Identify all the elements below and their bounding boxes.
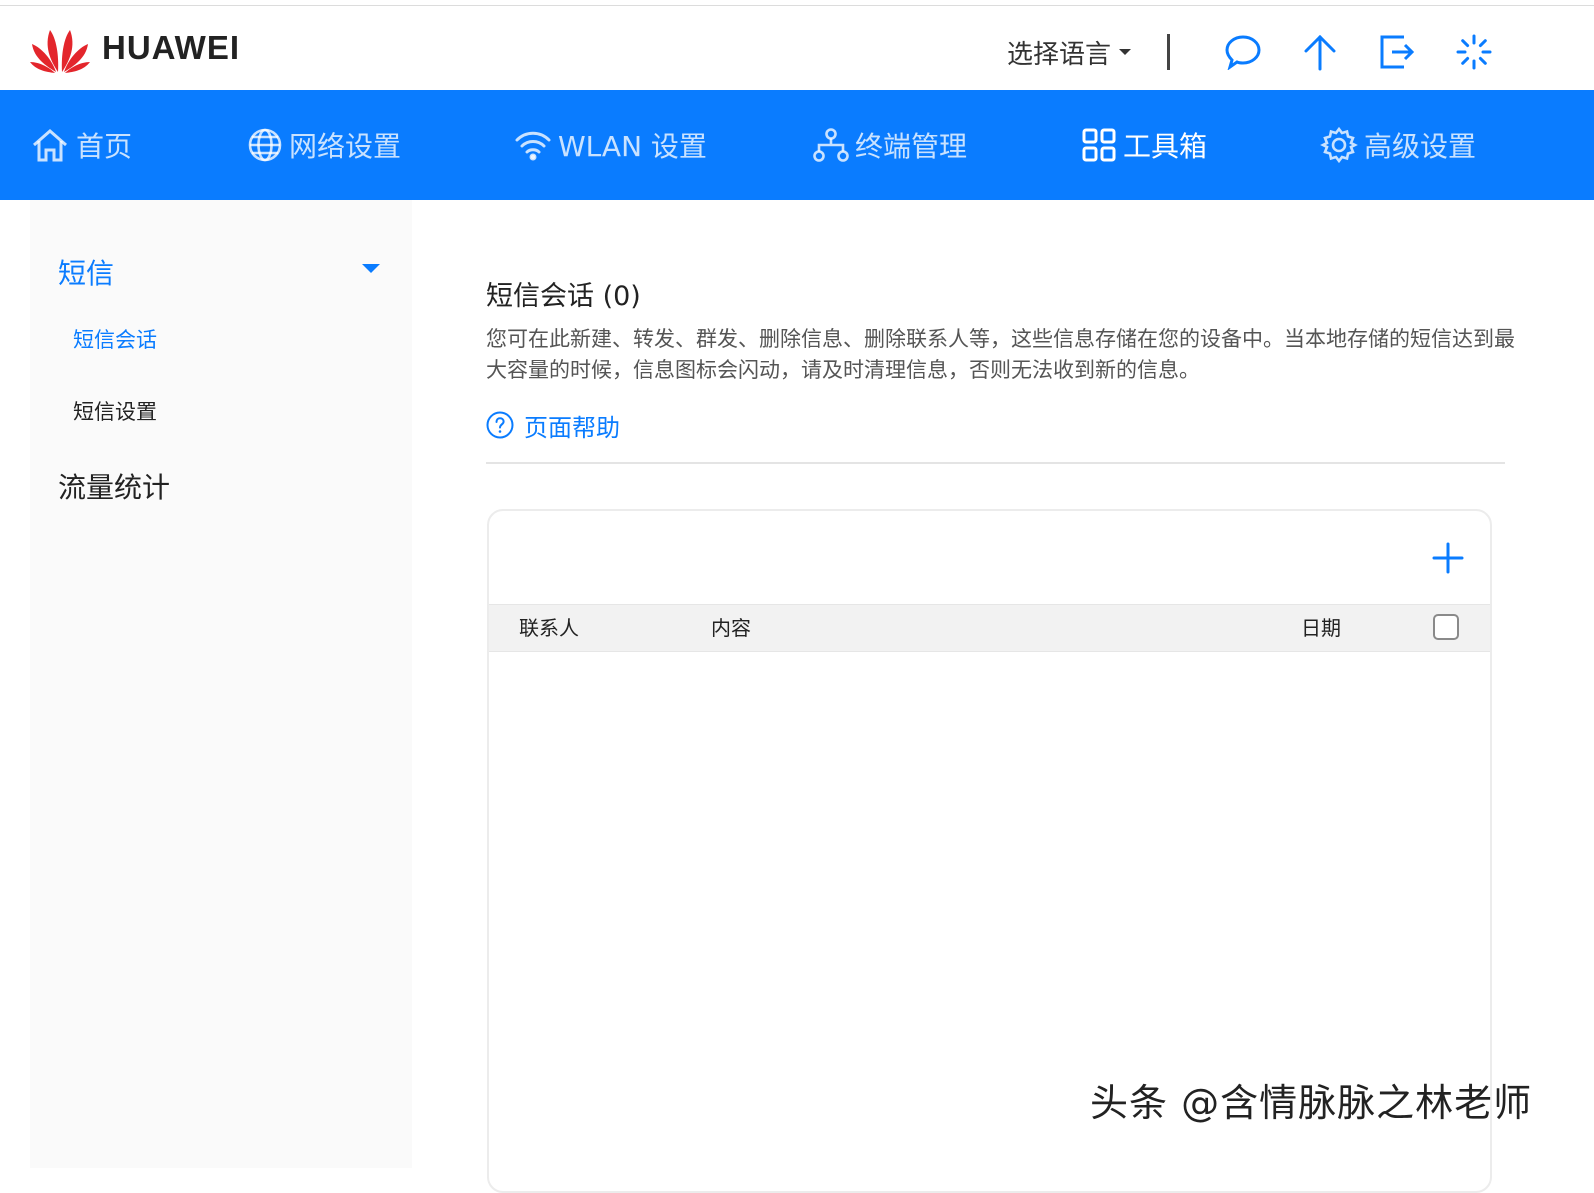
brand-name: HUAWEI [102,29,240,66]
nav-item-network[interactable]: 网络设置 [247,90,401,200]
loading-spinner-icon[interactable] [1454,32,1494,72]
upload-icon[interactable] [1300,32,1340,72]
chevron-down-icon [1119,49,1131,55]
select-all-checkbox[interactable] [1433,614,1459,640]
caret-down-icon[interactable] [362,264,380,273]
nav-label-devices: 终端管理 [855,130,968,163]
sidebar: 短信 短信会话 短信设置 流量统计 [30,200,412,1168]
message-icon[interactable] [1223,32,1263,72]
watermark: 头条 @含情脉脉之林老师 [1090,1081,1533,1125]
home-icon [33,129,67,162]
gear-icon [1320,126,1358,164]
divider [486,462,1505,464]
add-message-button[interactable] [1431,541,1465,575]
help-icon [486,411,514,439]
huawei-logo[interactable]: HUAWEI [28,22,240,74]
page-help-link[interactable]: 页面帮助 [486,408,620,442]
huawei-flower-icon [30,30,90,73]
nav-item-wlan[interactable]: WLAN 设置 [514,90,707,200]
language-selector[interactable]: 选择语言 [1007,34,1131,71]
header-actions: 选择语言 [1007,28,1494,76]
nav-item-devices[interactable]: 终端管理 [813,90,967,200]
help-label: 页面帮助 [524,413,620,442]
nav-item-home[interactable]: 首页 [30,90,132,200]
main-nav: 首页 网络设置 WLAN 设置 终端管理 工具箱 高级设置 [0,90,1594,200]
sidebar-group-traffic-stats[interactable]: 流量统计 [58,466,170,506]
column-header-contact: 联系人 [519,616,579,640]
column-header-content: 内容 [711,616,751,640]
nav-label-wlan: WLAN 设置 [558,130,707,163]
page-description: 您可在此新建、转发、群发、删除信息、删除联系人等，这些信息存储在您的设备中。当本… [486,327,1515,382]
nav-item-toolbox[interactable]: 工具箱 [1081,90,1207,200]
table-header: 联系人 内容 日期 [489,604,1490,652]
globe-icon [248,128,282,162]
nav-label-network: 网络设置 [289,130,402,163]
devices-icon [813,128,849,162]
logout-icon[interactable] [1377,32,1417,72]
wifi-icon [515,131,551,161]
grid-icon [1082,128,1116,162]
nav-item-advanced[interactable]: 高级设置 [1320,90,1476,200]
header-divider [1167,34,1170,70]
column-header-date: 日期 [1301,616,1341,640]
header: HUAWEI 选择语言 [0,6,1594,90]
sidebar-group-sms[interactable]: 短信 [58,252,114,292]
nav-label-advanced: 高级设置 [1364,130,1477,163]
nav-label-home: 首页 [76,130,133,163]
page-title: 短信会话 (0) [486,281,641,312]
nav-label-toolbox: 工具箱 [1123,130,1208,163]
language-label: 选择语言 [1006,39,1111,70]
sidebar-item-sms-settings[interactable]: 短信设置 [73,396,157,426]
sidebar-item-sms-conversations[interactable]: 短信会话 [73,324,157,354]
plus-icon [1432,542,1464,574]
